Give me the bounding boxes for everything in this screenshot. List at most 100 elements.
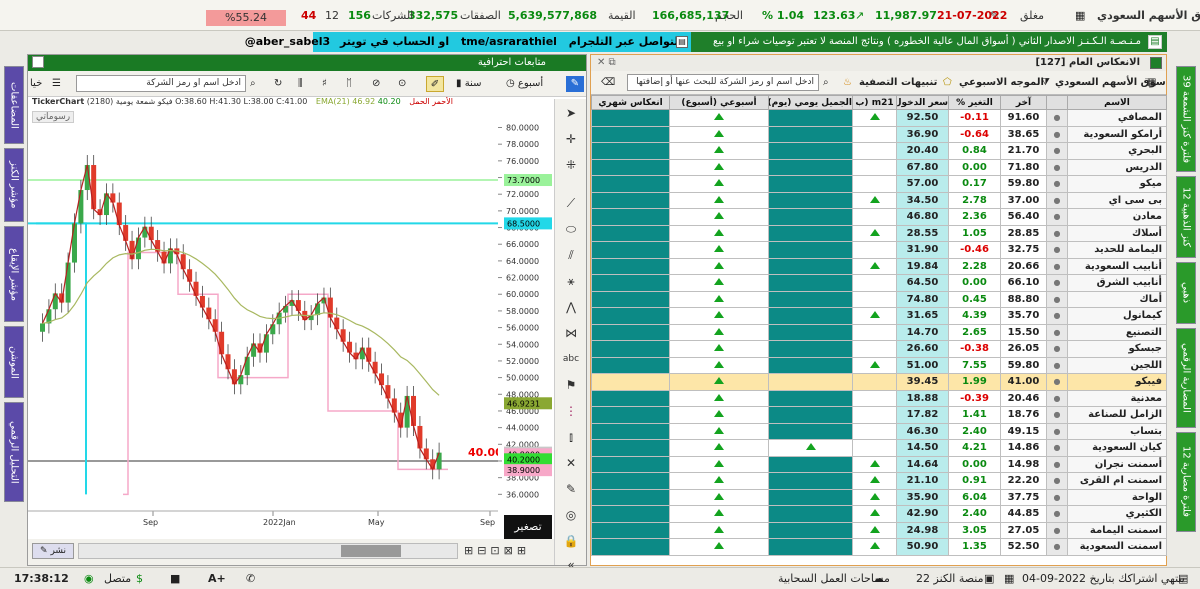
table-row[interactable]: الدريس ● 71.80 0.00 67.80 (591, 158, 1167, 176)
table-row[interactable]: ميكو ● 59.80 0.17 57.00 (591, 175, 1167, 193)
zigzag-icon[interactable]: ⋀ (561, 299, 581, 315)
cursor-icon[interactable]: ➤ (561, 105, 581, 121)
pin-icon[interactable]: ● (1046, 241, 1068, 259)
row-name[interactable]: البحري (1067, 142, 1167, 160)
market-select[interactable]: سوق الأسهم السعودي (1055, 75, 1166, 91)
pin-icon[interactable]: ● (1046, 422, 1068, 440)
table-row[interactable]: التصنيع ● 15.50 2.65 14.70 (591, 323, 1167, 341)
row-name[interactable]: اسمنت اليمامة (1067, 521, 1167, 539)
measure-icon[interactable]: ⫾ (561, 429, 581, 445)
row-name[interactable]: أنابيب السعودية (1067, 257, 1167, 275)
pin-icon[interactable]: ● (1046, 257, 1068, 275)
pin-icon[interactable]: ● (1046, 323, 1068, 341)
side-tab-digital-analysis[interactable]: التحليل الرقمي (4, 402, 24, 502)
dollar-icon[interactable]: $ (136, 572, 143, 585)
line-icon[interactable]: ⟋ (561, 195, 581, 211)
col-weekly[interactable]: أسبوعي (أسبوع) (669, 95, 769, 110)
calendar-icon[interactable]: ▦ (1075, 9, 1085, 22)
table-row[interactable]: أماك ● 88.80 0.45 74.80 (591, 290, 1167, 308)
row-name[interactable]: معادن (1067, 208, 1167, 226)
side-tab-gold[interactable]: ذهبي (1176, 262, 1196, 324)
col-change[interactable]: التغير % (948, 95, 1001, 110)
row-name[interactable]: الواحة (1067, 488, 1167, 506)
side-tab-multipliers[interactable]: المضاعفات (4, 66, 24, 144)
pin-icon[interactable]: ● (1046, 389, 1068, 407)
row-name[interactable]: معدنية (1067, 389, 1167, 407)
compare-icon[interactable]: ⊘ (372, 76, 380, 92)
table-row[interactable]: معادن ● 56.40 2.36 46.80 (591, 208, 1167, 226)
week-button[interactable]: ◷ أسبوع (506, 76, 543, 92)
filter-alerts-button[interactable]: تنبيهات التصفية (859, 75, 937, 91)
telegram-handle[interactable]: tme/asrarathiel (461, 35, 557, 48)
clear-icon[interactable]: ✕ (561, 455, 581, 471)
pin-icon[interactable]: ● (1046, 208, 1068, 226)
side-tab-digital-speculation[interactable]: المضاربة الرقمي (1176, 328, 1196, 428)
more-icon[interactable]: خيا (30, 76, 42, 92)
pin-icon[interactable]: ● (1046, 125, 1068, 143)
bars-icon[interactable]: ⫼ (298, 76, 303, 92)
pin-icon[interactable]: ● (1046, 439, 1068, 457)
table-row[interactable]: فيبكو ● 41.00 1.99 39.45 (591, 373, 1167, 391)
table-row[interactable]: اليمامة للحديد ● 32.75 0.46- 31.90 (591, 241, 1167, 259)
pencil-icon[interactable]: ✎ (566, 76, 584, 92)
candlestick-chart[interactable]: 40.00 Sep 2022Jan May Sep (28, 111, 498, 541)
table-row[interactable]: الواحة ● 37.75 6.04 35.90 (591, 488, 1167, 506)
draw-style-icon[interactable]: ✐ (426, 76, 444, 92)
row-name[interactable]: أنابيب الشرق (1067, 274, 1167, 292)
indicators-icon[interactable]: ᛖ (346, 76, 352, 92)
pin-icon[interactable]: ● (1046, 373, 1068, 391)
brush-icon[interactable]: ✎ (561, 481, 581, 497)
channel-icon[interactable]: ⫽ (561, 247, 581, 263)
row-name[interactable]: بى سى اي (1067, 191, 1167, 209)
row-name[interactable]: كيان السعودية (1067, 439, 1167, 457)
row-name[interactable]: كيمانول (1067, 307, 1167, 325)
row-name[interactable]: فيبكو (1067, 373, 1167, 391)
tag-icon[interactable]: ⬠ (943, 75, 952, 91)
row-name[interactable]: اسمنت ام القرى (1067, 472, 1167, 490)
row-name[interactable]: أسمنت نجران (1067, 455, 1167, 473)
hide-icon[interactable]: ◎ (561, 507, 581, 523)
col-name[interactable]: الاسم (1067, 95, 1167, 110)
side-tab-motion[interactable]: الموشن (4, 326, 24, 398)
font-size-icon[interactable]: +A (208, 572, 226, 585)
table-row[interactable]: جبسكو ● 26.05 0.38- 26.60 (591, 340, 1167, 358)
row-name[interactable]: اللجين (1067, 356, 1167, 374)
side-tab-rhythm-index[interactable]: مؤشر الإيقاع (4, 226, 24, 322)
screener-search-input[interactable]: ادخل اسم او رمز الشركة للبحث عنها أو إضا… (627, 74, 819, 91)
row-name[interactable]: بتساب (1067, 422, 1167, 440)
row-name[interactable]: اسمنت السعودية (1067, 538, 1167, 556)
table-row[interactable]: أسمنت نجران ● 14.98 0.00 14.64 (591, 455, 1167, 473)
scroll-thumb[interactable] (341, 545, 401, 557)
pin-icon[interactable]: ● (1046, 488, 1068, 506)
pin-icon[interactable]: ● (1046, 158, 1068, 176)
phone-icon[interactable]: ✆ (246, 572, 255, 585)
table-row[interactable]: الزامل للصناعة ● 18.76 1.41 17.82 (591, 406, 1167, 424)
pin-icon[interactable]: ● (1046, 521, 1068, 539)
table-row[interactable]: البحري ● 21.70 0.84 20.40 (591, 142, 1167, 160)
table-row[interactable]: بى سى اي ● 37.00 2.78 34.50 (591, 191, 1167, 209)
table-row[interactable]: أنابيب الشرق ● 66.10 0.00 64.50 (591, 274, 1167, 292)
crosshair-icon[interactable]: ✛ (561, 131, 581, 147)
list-icon[interactable]: ☰ (52, 76, 61, 92)
table-row[interactable]: الكثيري ● 44.85 2.40 42.90 (591, 505, 1167, 523)
search-icon[interactable]: ⌕ (250, 76, 256, 92)
row-name[interactable]: الكثيري (1067, 505, 1167, 523)
screener-search-icon[interactable]: ⌕ (823, 75, 829, 91)
pin-icon[interactable]: ● (1046, 274, 1068, 292)
row-name[interactable]: الزامل للصناعة (1067, 406, 1167, 424)
window-controls[interactable]: ⧉ ✕ (597, 55, 616, 71)
side-tab-kanz-index[interactable]: مؤشر الكنز (4, 148, 24, 222)
table-row[interactable]: اسمنت اليمامة ● 27.05 3.05 24.98 (591, 521, 1167, 539)
table-row[interactable]: أسلاك ● 28.85 1.05 28.55 (591, 224, 1167, 242)
side-tab-golden[interactable]: كنز الذهبية 12 (1176, 176, 1196, 258)
table-row[interactable]: بتساب ● 49.15 2.40 46.30 (591, 422, 1167, 440)
pin-icon[interactable]: ● (1046, 455, 1068, 473)
row-name[interactable]: المصافي (1067, 109, 1167, 127)
panel-menu-icon[interactable] (32, 56, 44, 68)
pin-icon[interactable]: ● (1046, 538, 1068, 556)
dots-icon[interactable]: ⋮ (561, 403, 581, 419)
lock-icon[interactable]: 🔒 (561, 533, 581, 549)
twitter-handle[interactable]: aber_sabel3@ (245, 35, 330, 48)
pin-icon[interactable]: ● (1046, 340, 1068, 358)
row-name[interactable]: الدريس (1067, 158, 1167, 176)
